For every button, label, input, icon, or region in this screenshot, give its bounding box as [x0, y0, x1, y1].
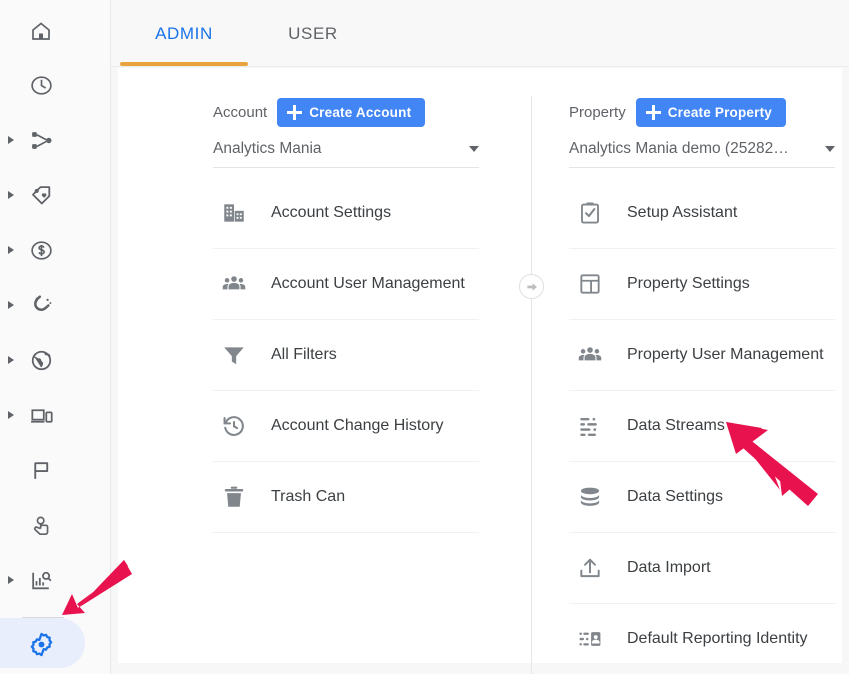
home-icon: [27, 17, 55, 45]
chevron-down-icon: [825, 146, 835, 152]
dollar-circle-icon: [27, 236, 55, 264]
reporting-identity-icon: [569, 625, 611, 653]
menu-item-label: Trash Can: [271, 487, 346, 505]
data-streams-icon: [569, 412, 611, 440]
property-selector[interactable]: Analytics Mania demo (25282…: [569, 140, 835, 168]
sidebar-item-lifecycle[interactable]: [0, 117, 111, 163]
explore-chart-icon: [27, 566, 55, 594]
property-label: Property: [569, 104, 626, 121]
account-selected-value: Analytics Mania: [213, 140, 322, 157]
menu-item-label: All Filters: [271, 345, 337, 363]
menu-item-data-import[interactable]: Data Import: [569, 533, 835, 604]
chevron-right-icon[interactable]: [8, 246, 14, 254]
layout-panel-icon: [569, 270, 611, 298]
sidebar-item-acquisition[interactable]: [0, 282, 111, 328]
flag-icon: [27, 456, 55, 484]
sidebar-item-conversions[interactable]: [0, 502, 111, 548]
building-icon: [213, 199, 255, 227]
account-selector[interactable]: Analytics Mania: [213, 140, 479, 168]
menu-item-label: Property User Management: [627, 345, 824, 363]
menu-item-account-settings[interactable]: Account Settings: [213, 178, 479, 249]
account-column-header: Account Create Account: [213, 98, 426, 127]
plus-icon: [287, 105, 303, 120]
sidebar-item-engagement[interactable]: [0, 172, 111, 218]
create-property-label: Create Property: [667, 105, 772, 120]
chevron-right-icon[interactable]: [8, 576, 14, 584]
sidebar-item-monetization[interactable]: [0, 227, 111, 273]
sidebar-item-demographics[interactable]: [0, 337, 111, 383]
tag-heart-icon: [27, 181, 55, 209]
column-divider: [531, 96, 532, 674]
create-property-button[interactable]: Create Property: [635, 98, 786, 127]
tab-admin[interactable]: ADMIN: [120, 0, 248, 67]
funnel-filter-icon: [213, 341, 255, 369]
menu-item-account-user-management[interactable]: Account User Management: [213, 249, 479, 320]
database-icon: [569, 483, 611, 511]
history-clock-icon: [213, 412, 255, 440]
menu-item-label: Property Settings: [627, 274, 750, 292]
clipboard-check-icon: [569, 199, 611, 227]
tab-bar: ADMIN USER: [111, 0, 849, 67]
tab-user[interactable]: USER: [263, 0, 363, 67]
people-group-icon: [213, 270, 255, 298]
chevron-down-icon: [469, 146, 479, 152]
property-selected-value: Analytics Mania demo (25282…: [569, 140, 789, 157]
upload-icon: [569, 554, 611, 582]
menu-item-data-settings[interactable]: Data Settings: [569, 462, 835, 533]
plus-icon: [645, 105, 661, 120]
arrow-right-circle-icon[interactable]: [519, 274, 544, 299]
chevron-right-icon[interactable]: [8, 191, 14, 199]
menu-item-label: Account Change History: [271, 416, 444, 434]
create-account-button[interactable]: Create Account: [277, 98, 426, 127]
sidebar-item-explore[interactable]: [0, 557, 111, 603]
menu-item-label: Data Streams: [627, 416, 725, 434]
ga-admin-screen: ADMIN USER Account Create Account Analyt…: [0, 0, 849, 674]
account-label: Account: [213, 104, 268, 121]
sidebar-item-realtime[interactable]: [0, 62, 111, 108]
menu-item-account-change-history[interactable]: Account Change History: [213, 391, 479, 462]
main-content: ADMIN USER Account Create Account Analyt…: [111, 0, 849, 674]
globe-icon: [27, 346, 55, 374]
gear-icon[interactable]: [27, 630, 55, 658]
property-column-header: Property Create Property: [569, 98, 786, 127]
trash-can-icon: [213, 483, 255, 511]
create-account-label: Create Account: [309, 105, 412, 120]
left-sidebar: [0, 0, 111, 674]
menu-item-property-settings[interactable]: Property Settings: [569, 249, 835, 320]
menu-item-label: Default Reporting Identity: [627, 629, 808, 647]
property-menu: Setup Assistant Property Settings Proper…: [569, 178, 835, 674]
menu-item-default-reporting-identity[interactable]: Default Reporting Identity: [569, 604, 835, 674]
chevron-right-icon[interactable]: [8, 356, 14, 364]
sidebar-item-tech[interactable]: [0, 392, 111, 438]
chevron-right-icon[interactable]: [8, 301, 14, 309]
menu-item-label: Setup Assistant: [627, 203, 738, 221]
tab-active-indicator: [120, 62, 248, 66]
menu-item-all-filters[interactable]: All Filters: [213, 320, 479, 391]
menu-item-trash-can[interactable]: Trash Can: [213, 462, 479, 533]
touch-hand-icon: [27, 511, 55, 539]
sidebar-item-events[interactable]: [0, 447, 111, 493]
menu-item-label: Data Import: [627, 558, 711, 576]
people-group-icon: [569, 341, 611, 369]
admin-card: Account Create Account Analytics Mania A…: [118, 68, 842, 674]
devices-icon: [27, 401, 55, 429]
sidebar-item-home[interactable]: [0, 8, 111, 54]
menu-item-label: Account User Management: [271, 274, 465, 292]
menu-item-setup-assistant[interactable]: Setup Assistant: [569, 178, 835, 249]
share-nodes-icon: [27, 126, 55, 154]
menu-item-label: Data Settings: [627, 487, 724, 505]
account-menu: Account Settings Account User Management: [213, 178, 479, 533]
magnet-icon: [27, 291, 55, 319]
chevron-right-icon[interactable]: [8, 136, 14, 144]
menu-item-label: Account Settings: [271, 203, 392, 221]
realtime-clock-icon: [27, 71, 55, 99]
menu-item-data-streams[interactable]: Data Streams: [569, 391, 835, 462]
chevron-right-icon[interactable]: [8, 411, 14, 419]
menu-item-property-user-management[interactable]: Property User Management: [569, 320, 835, 391]
